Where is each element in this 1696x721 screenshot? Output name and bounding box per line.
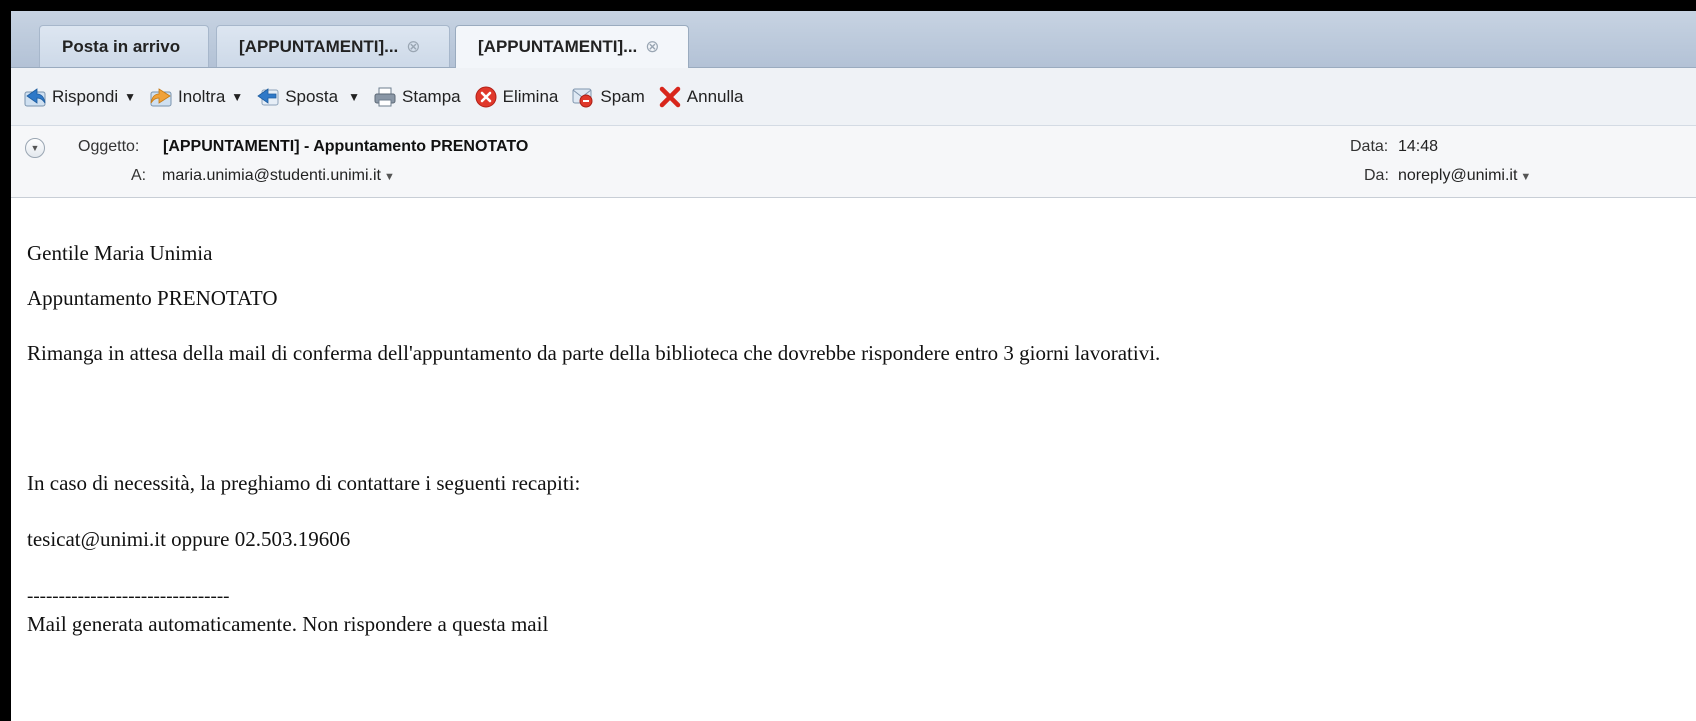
date-label: Data: [1350, 138, 1389, 155]
message-toolbar: Rispondi ▼ Inoltra ▼ Sposta ▼ Stampa Eli… [11, 68, 1696, 126]
spam-label: Spam [600, 86, 645, 106]
to-address-text: maria.unimia@studenti.unimi.it [162, 167, 381, 184]
date-value: 14:48 [1398, 138, 1439, 155]
delete-button[interactable]: Elimina [474, 86, 559, 108]
greeting-text: Gentile Maria Unimia [27, 241, 213, 265]
move-arrow-icon [257, 87, 279, 105]
reply-button[interactable]: Rispondi ▼ [23, 86, 136, 108]
tab-bar: Posta in arrivo [APPUNTAMENTI]... ⊗ [APP… [11, 11, 1696, 68]
spam-button[interactable]: Spam [571, 86, 645, 108]
to-label: A: [131, 167, 147, 184]
wait-text: Rimanga in attesa della mail di conferma… [27, 341, 1161, 365]
collapse-header-icon[interactable]: ▼ [25, 138, 45, 158]
print-button[interactable]: Stampa [373, 86, 461, 108]
print-label: Stampa [402, 86, 461, 106]
red-x-circle-icon [475, 86, 497, 107]
from-label: Da: [1364, 167, 1389, 184]
from-address[interactable]: noreply@unimi.it ▼ [1398, 167, 1531, 185]
footer-text: Mail generata automaticamente. Non rispo… [27, 612, 549, 636]
tab-message-1[interactable]: [APPUNTAMENTI]... ⊗ [216, 25, 450, 67]
spam-icon [572, 88, 593, 107]
tab-label: Posta in arrivo [62, 36, 181, 56]
status-text: Appuntamento PRENOTATO [27, 286, 278, 310]
chevron-down-icon: ▼ [384, 171, 395, 183]
to-address[interactable]: maria.unimia@studenti.unimi.it ▼ [162, 167, 395, 185]
close-tab-icon[interactable]: ⊗ [406, 37, 420, 57]
contacts-text: tesicat@unimi.it oppure 02.503.19606 [27, 527, 351, 551]
separator-line: -------------------------------- [27, 586, 230, 607]
reply-label: Rispondi [52, 86, 119, 106]
tab-message-2[interactable]: [APPUNTAMENTI]... ⊗ [455, 25, 689, 68]
subject-value: [APPUNTAMENTI] - Appuntamento PRENOTATO [163, 138, 529, 155]
red-x-icon [659, 86, 681, 107]
forward-arrow-icon [150, 87, 172, 106]
tab-inbox[interactable]: Posta in arrivo [39, 25, 209, 67]
mail-window: Posta in arrivo [APPUNTAMENTI]... ⊗ [APP… [11, 11, 1696, 721]
cancel-label: Annulla [686, 86, 744, 106]
tab-label: [APPUNTAMENTI]... [239, 36, 399, 56]
printer-icon [374, 87, 396, 106]
chevron-down-icon: ▼ [1520, 171, 1532, 183]
chevron-down-icon: ▼ [348, 89, 361, 104]
from-address-text: noreply@unimi.it [1398, 167, 1518, 184]
chevron-down-icon: ▼ [124, 89, 137, 104]
chevron-down-icon: ▼ [231, 89, 244, 104]
move-label: Sposta [285, 86, 339, 106]
move-button[interactable]: Sposta ▼ [256, 86, 360, 108]
delete-label: Elimina [502, 86, 559, 106]
forward-button[interactable]: Inoltra ▼ [149, 86, 243, 108]
close-tab-icon[interactable]: ⊗ [645, 37, 659, 57]
message-header: ▼ Oggetto: [APPUNTAMENTI] - Appuntamento… [11, 126, 1696, 198]
contact-intro-text: In caso di necessità, la preghiamo di co… [27, 471, 581, 495]
subject-label: Oggetto: [78, 138, 140, 155]
reply-arrow-icon [24, 87, 46, 106]
cancel-button[interactable]: Annulla [658, 86, 744, 108]
forward-label: Inoltra [178, 86, 226, 106]
tab-label: [APPUNTAMENTI]... [478, 37, 638, 56]
